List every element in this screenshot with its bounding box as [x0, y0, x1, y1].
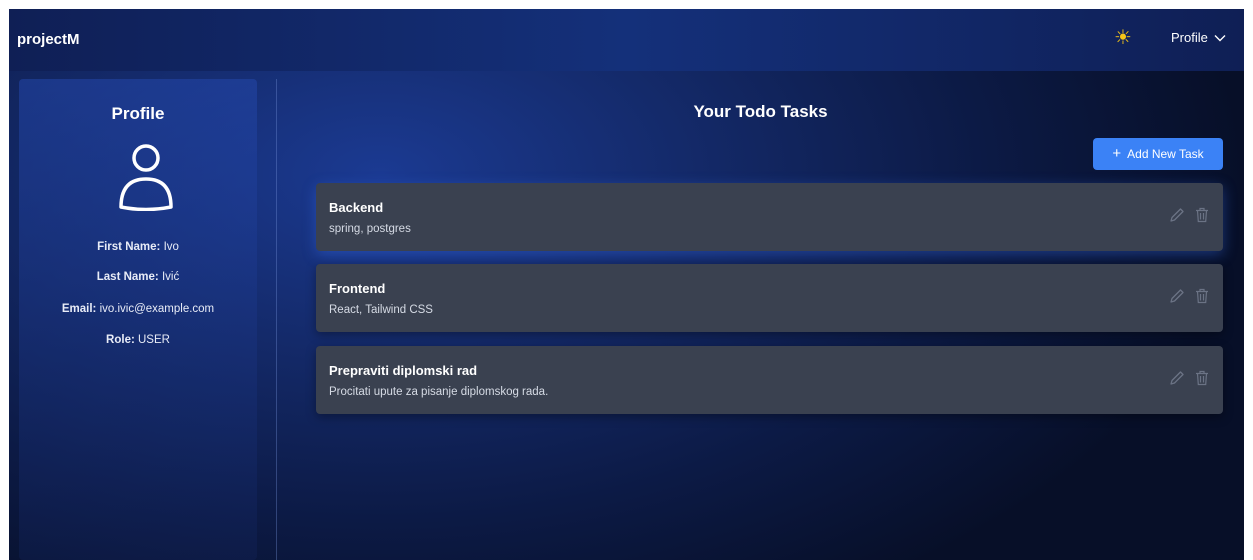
user-icon: [119, 144, 173, 211]
task-actions: [1169, 370, 1209, 386]
task-description: React, Tailwind CSS: [329, 304, 433, 316]
last-name-row: Last Name: Ivić: [19, 271, 257, 283]
edit-pencil-icon[interactable]: [1169, 288, 1185, 304]
first-name-value: Ivo: [163, 241, 179, 253]
trash-icon[interactable]: [1195, 370, 1209, 386]
trash-icon[interactable]: [1195, 288, 1209, 304]
page-title: Your Todo Tasks: [693, 102, 828, 121]
task-title: Prepraviti diplomski rad: [329, 363, 478, 378]
task-actions: [1169, 288, 1209, 304]
email-row: Email: ivo.ivic@example.com: [19, 303, 257, 315]
task-card[interactable]: Backend spring, postgres: [316, 183, 1223, 251]
add-new-task-label: Add New Task: [1127, 147, 1204, 161]
top-navbar: projectM ☀ Profile: [9, 9, 1244, 71]
last-name-value: Ivić: [161, 271, 180, 283]
email-value: ivo.ivic@example.com: [99, 303, 215, 315]
chevron-down-icon: [1214, 34, 1226, 41]
panel-divider: [276, 79, 277, 560]
task-card[interactable]: Frontend React, Tailwind CSS: [316, 264, 1223, 332]
role-label: Role:: [106, 334, 135, 346]
role-row: Role: USER: [19, 334, 257, 346]
profile-menu-button[interactable]: Profile: [1171, 30, 1226, 45]
task-title: Backend: [329, 200, 384, 215]
first-name-row: First Name: Ivo: [19, 241, 257, 253]
edit-pencil-icon[interactable]: [1169, 207, 1185, 223]
profile-sidebar: Profile First Name: Ivo Last Name: Ivić …: [19, 79, 257, 560]
task-title: Frontend: [329, 281, 386, 296]
task-card[interactable]: Prepraviti diplomski rad Procitati upute…: [316, 346, 1223, 414]
sun-icon[interactable]: ☀: [1112, 27, 1134, 49]
profile-menu-label: Profile: [1171, 30, 1208, 45]
task-description: spring, postgres: [329, 223, 411, 235]
brand-logo[interactable]: projectM: [17, 31, 80, 48]
sidebar-title: Profile: [111, 104, 165, 123]
task-description: Procitati upute za pisanje diplomskog ra…: [329, 386, 549, 398]
plus-icon: +: [1112, 145, 1122, 162]
first-name-label: First Name:: [97, 241, 161, 253]
email-label: Email:: [61, 303, 97, 315]
app-window: projectM ☀ Profile Profile First Name: I…: [9, 9, 1244, 560]
role-value: USER: [138, 334, 170, 346]
task-actions: [1169, 207, 1209, 223]
trash-icon[interactable]: [1195, 207, 1209, 223]
add-new-task-button[interactable]: + Add New Task: [1093, 138, 1223, 170]
edit-pencil-icon[interactable]: [1169, 370, 1185, 386]
last-name-label: Last Name:: [96, 271, 159, 283]
